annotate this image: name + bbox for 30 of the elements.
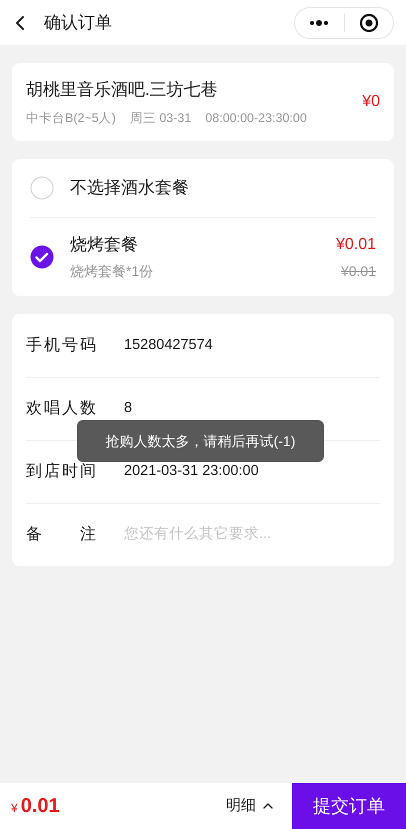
target-icon [358,12,379,32]
field-label: 欢唱人数 [26,399,99,420]
radio-icon [30,176,54,200]
package-option[interactable]: 烧烤套餐 ¥0.01 烧烤套餐*1份 ¥0.01 [30,216,376,296]
package-name: 不选择酒水套餐 [70,177,189,200]
field-label: 备 注 [26,524,99,546]
package-option[interactable]: 不选择酒水套餐 [30,159,376,217]
package-name: 烧烤套餐 [70,234,138,256]
submit-button[interactable]: 提交订单 [292,783,406,829]
toast: 抢购人数太多，请稍后再试(-1) [77,420,324,462]
checked-radio-icon [30,245,54,269]
more-icon [309,20,330,26]
package-detail: 烧烤套餐*1份 [70,262,154,282]
original-price: ¥0.01 [340,262,376,282]
details-button[interactable]: 明细 [226,794,276,818]
field-value: 15280427574 [124,336,213,355]
booking-date: 周三 03-31 [130,110,192,126]
field-label: 到店时间 [26,462,99,482]
total-price: 0.01 [20,794,60,819]
package-price: ¥0.01 [336,234,376,254]
page-title: 确认订单 [44,12,112,34]
booking-hours: 08:00:00-23:30:00 [205,110,307,126]
currency-symbol: ¥ [11,800,18,817]
venue-name: 胡桃里音乐酒吧.三坊七巷 [26,79,219,101]
remark-field[interactable]: 您还有什么其它要求... [124,524,380,546]
field-label: 手机号码 [26,336,99,356]
table-type: 中卡台B(2~5人) [26,110,116,127]
field-value: 8 [124,399,132,418]
venue-price: ¥0 [362,92,380,112]
field-value: 2021-03-31 23:00:00 [124,462,259,482]
